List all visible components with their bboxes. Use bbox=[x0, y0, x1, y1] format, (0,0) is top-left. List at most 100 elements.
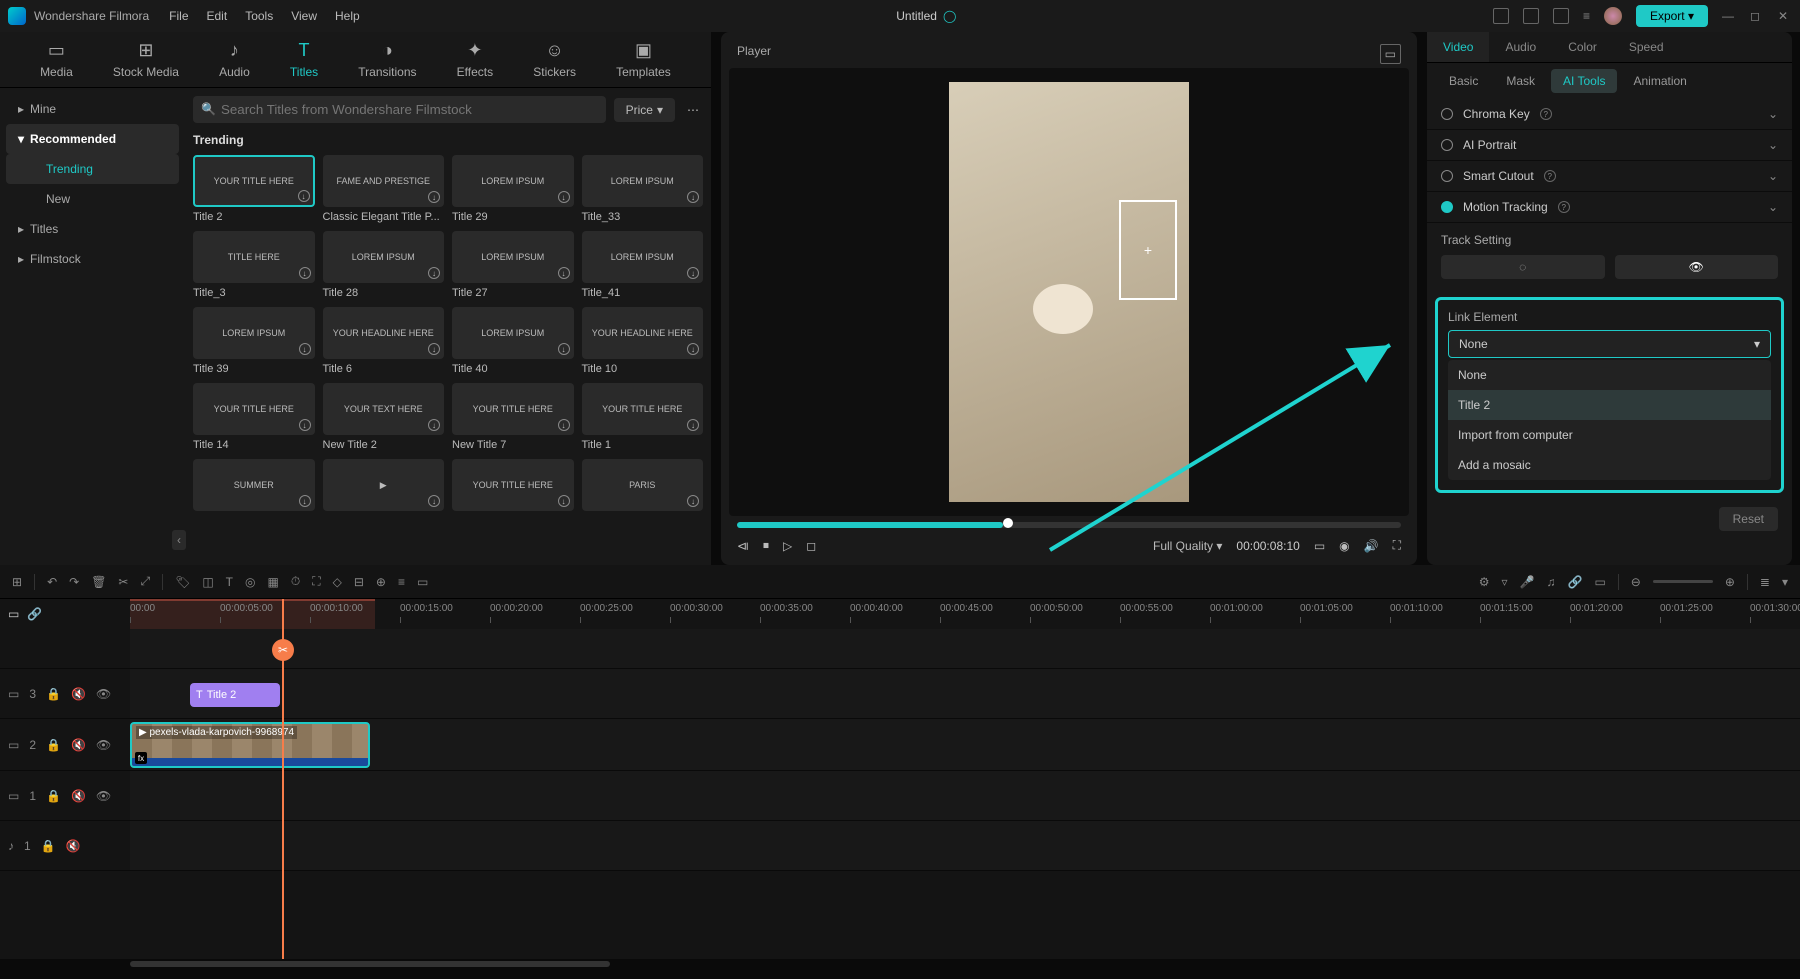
reset-button[interactable]: Reset bbox=[1719, 507, 1778, 531]
rp-subtab-mask[interactable]: Mask bbox=[1494, 69, 1547, 93]
link-element-select[interactable]: None ▾ bbox=[1448, 330, 1771, 358]
tl-tool-c[interactable]: ◇ bbox=[333, 575, 342, 589]
maximize-button[interactable]: ◻ bbox=[1750, 9, 1764, 23]
delete-button[interactable]: 🗑 bbox=[91, 575, 106, 589]
title-tile[interactable]: FAME AND PRESTIGE↓Classic Elegant Title … bbox=[323, 155, 445, 223]
download-icon[interactable]: ↓ bbox=[558, 343, 570, 355]
cloud-icon[interactable] bbox=[1553, 8, 1569, 24]
avatar[interactable] bbox=[1604, 7, 1622, 25]
tl-grid-icon[interactable]: ⊞ bbox=[12, 575, 22, 589]
download-icon[interactable]: ↓ bbox=[428, 191, 440, 203]
title-tile[interactable]: LOREM IPSUM↓Title 28 bbox=[323, 231, 445, 299]
rp-tab-speed[interactable]: Speed bbox=[1613, 32, 1680, 62]
menu-file[interactable]: File bbox=[169, 9, 188, 23]
lock-icon[interactable]: 🔒 bbox=[46, 687, 61, 701]
text-tool-icon[interactable]: T bbox=[226, 575, 233, 589]
toggle[interactable] bbox=[1441, 170, 1453, 182]
title-tile[interactable]: ▶↓ bbox=[323, 459, 445, 515]
tl-dropdown-icon[interactable]: ▾ bbox=[1782, 575, 1788, 589]
title-tile[interactable]: Lorem Ipsum↓Title 27 bbox=[452, 231, 574, 299]
tl-head-icon-a[interactable]: ▭ bbox=[8, 607, 19, 621]
download-icon[interactable]: ↓ bbox=[299, 267, 311, 279]
link-option[interactable]: Title 2 bbox=[1448, 390, 1771, 420]
layout-icon[interactable] bbox=[1493, 8, 1509, 24]
tl-head-icon-b[interactable]: 🔗 bbox=[27, 607, 42, 621]
sidebar-item-trending[interactable]: Trending bbox=[6, 154, 179, 184]
download-icon[interactable]: ↓ bbox=[687, 343, 699, 355]
title-tile[interactable]: TITLE HERE↓Title_3 bbox=[193, 231, 315, 299]
title-tile[interactable]: YOUR TITLE HERE↓New Title 7 bbox=[452, 383, 574, 451]
tl-mixer-icon[interactable]: ♫ bbox=[1546, 575, 1555, 589]
tl-tool-f[interactable]: ≡ bbox=[398, 575, 405, 589]
playhead[interactable]: ✂ bbox=[282, 599, 284, 959]
download-icon[interactable]: ↓ bbox=[687, 191, 699, 203]
track-box-right[interactable]: 👁 bbox=[1615, 255, 1779, 279]
play-button[interactable]: ▷ bbox=[783, 539, 792, 553]
download-icon[interactable]: ↓ bbox=[428, 343, 440, 355]
help-icon[interactable]: ? bbox=[1544, 170, 1556, 182]
mute-icon[interactable]: 🔇 bbox=[71, 789, 86, 803]
lib-tab-audio[interactable]: ♪Audio bbox=[219, 40, 250, 79]
title-tile[interactable]: YOUR TITLE HERE↓ bbox=[452, 459, 574, 515]
horizontal-scrollbar[interactable] bbox=[0, 959, 1800, 969]
title-clip[interactable]: T Title 2 bbox=[190, 683, 280, 707]
player-viewport[interactable]: + bbox=[729, 68, 1409, 516]
undo-button[interactable]: ↶ bbox=[47, 575, 57, 589]
rp-subtab-animation[interactable]: Animation bbox=[1621, 69, 1698, 93]
help-icon[interactable]: ? bbox=[1540, 108, 1552, 120]
close-button[interactable]: ✕ bbox=[1778, 9, 1792, 23]
player-settings-icon[interactable]: ▭ bbox=[1380, 44, 1401, 64]
save-icon[interactable] bbox=[1523, 8, 1539, 24]
download-icon[interactable]: ↓ bbox=[299, 495, 311, 507]
tl-gear-icon[interactable]: ⚙ bbox=[1479, 575, 1490, 589]
lib-tab-effects[interactable]: ✦Effects bbox=[457, 40, 493, 79]
download-icon[interactable]: ↓ bbox=[558, 419, 570, 431]
title-tile[interactable]: Lorem Ipsum↓Title 29 bbox=[452, 155, 574, 223]
title-tile[interactable]: YOUR TITLE HERE↓Title 1 bbox=[582, 383, 704, 451]
title-tile[interactable]: Lorem ipsum↓Title_33 bbox=[582, 155, 704, 223]
link-option[interactable]: None bbox=[1448, 360, 1771, 390]
title-tile[interactable]: YOUR TEXT HERE↓New Title 2 bbox=[323, 383, 445, 451]
lib-tab-transitions[interactable]: ◑Transitions bbox=[358, 40, 416, 79]
rp-section-motion-tracking[interactable]: Motion Tracking?⌄ bbox=[1427, 192, 1792, 223]
download-icon[interactable]: ↓ bbox=[687, 495, 699, 507]
color-icon[interactable]: ▦ bbox=[268, 575, 279, 589]
tl-mic-icon[interactable]: 🎤 bbox=[1520, 575, 1535, 589]
download-icon[interactable]: ↓ bbox=[299, 343, 311, 355]
lib-tab-titles[interactable]: TTitles bbox=[290, 40, 318, 79]
title-tile[interactable]: Lorem ipsum↓Title 39 bbox=[193, 307, 315, 375]
zoom-slider[interactable] bbox=[1653, 580, 1713, 583]
more-options-button[interactable]: ⋯ bbox=[683, 99, 703, 121]
cut-button[interactable]: ✂ bbox=[118, 575, 128, 589]
search-input[interactable] bbox=[193, 96, 606, 123]
mask-icon[interactable]: ◎ bbox=[245, 575, 255, 589]
rp-tab-video[interactable]: Video bbox=[1427, 32, 1489, 62]
export-button[interactable]: Export ▾ bbox=[1636, 5, 1708, 27]
motion-track-box[interactable]: + bbox=[1119, 200, 1177, 300]
title-tile[interactable]: YOUR TITLE HERE↓Title 14 bbox=[193, 383, 315, 451]
tl-tool-g[interactable]: ▭ bbox=[417, 575, 428, 589]
zoom-out-button[interactable]: ⊖ bbox=[1631, 575, 1641, 589]
visibility-icon[interactable]: 👁 bbox=[96, 738, 111, 752]
download-icon[interactable]: ↓ bbox=[298, 190, 310, 202]
menu-tools[interactable]: Tools bbox=[245, 9, 273, 23]
rp-subtab-ai-tools[interactable]: AI Tools bbox=[1551, 69, 1617, 93]
tl-tool-b[interactable]: ⛶ bbox=[312, 574, 320, 589]
mute-icon[interactable]: 🔇 bbox=[71, 687, 86, 701]
rp-section-chroma-key[interactable]: Chroma Key?⌄ bbox=[1427, 99, 1792, 130]
volume-icon[interactable]: 🔊 bbox=[1364, 539, 1379, 553]
toggle[interactable] bbox=[1441, 139, 1453, 151]
zoom-in-button[interactable]: ⊕ bbox=[1725, 575, 1735, 589]
lib-tab-templates[interactable]: ▣Templates bbox=[616, 40, 671, 79]
collapse-sidebar-button[interactable]: ‹ bbox=[172, 530, 186, 550]
minimize-button[interactable]: — bbox=[1722, 9, 1736, 23]
link-option[interactable]: Import from computer bbox=[1448, 420, 1771, 450]
speed-icon[interactable]: ⏱ bbox=[291, 574, 300, 589]
toggle[interactable] bbox=[1441, 201, 1453, 213]
download-icon[interactable]: ↓ bbox=[558, 267, 570, 279]
menu-edit[interactable]: Edit bbox=[207, 9, 228, 23]
download-icon[interactable]: ↓ bbox=[428, 419, 440, 431]
menu-help[interactable]: Help bbox=[335, 9, 360, 23]
rp-subtab-basic[interactable]: Basic bbox=[1437, 69, 1490, 93]
mute-icon[interactable]: 🔇 bbox=[66, 839, 81, 853]
